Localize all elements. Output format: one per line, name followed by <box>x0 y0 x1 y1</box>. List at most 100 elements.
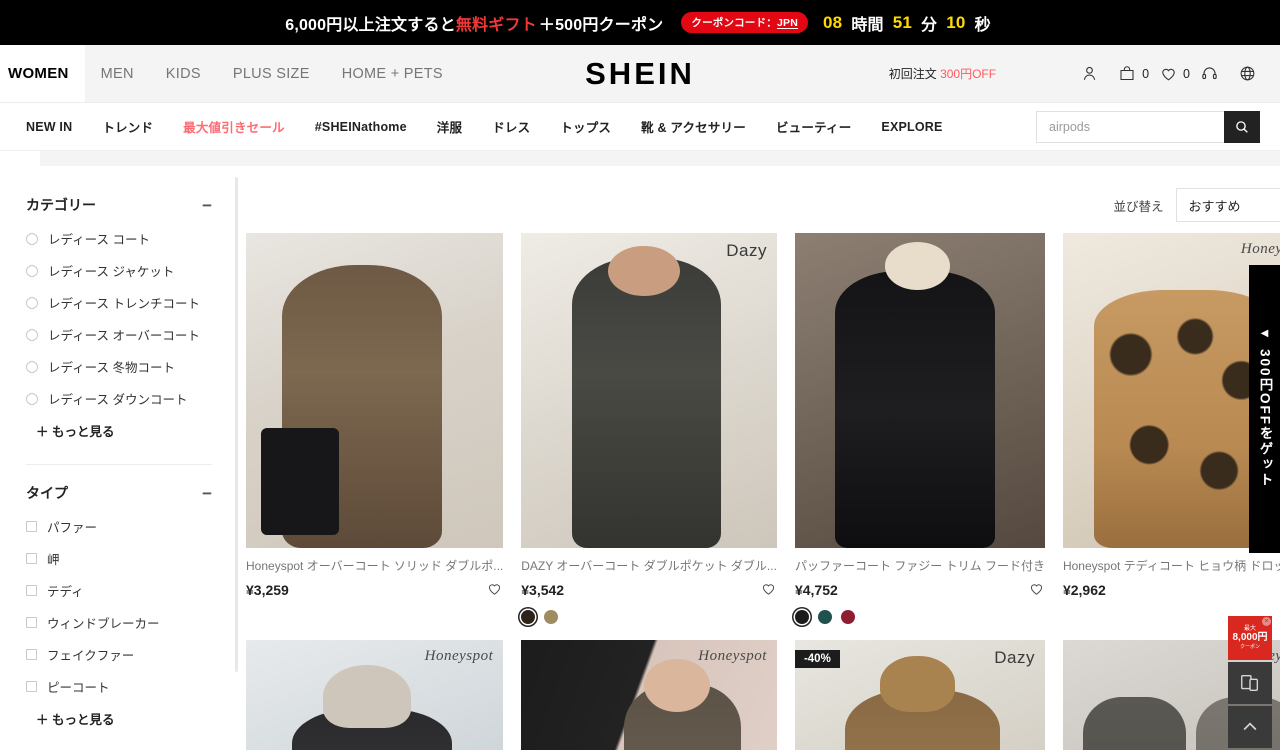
first-order-promo[interactable]: 初回注文 300円OFF <box>889 65 996 82</box>
product-card[interactable]: Dazy DAZY オーバーコート ダブルポケット ダブル... ¥3,542 <box>521 233 777 624</box>
filter-option[interactable]: レディース 冬物コート <box>26 357 230 376</box>
radio-icon[interactable] <box>26 392 38 405</box>
filter-option[interactable]: ピーコート <box>26 677 230 696</box>
filter-option[interactable]: テディ <box>26 581 230 600</box>
countdown-timer: 08 時間 51 分 10 秒 <box>818 11 995 35</box>
checkbox-icon[interactable] <box>26 521 37 532</box>
search-button[interactable] <box>1224 110 1260 143</box>
color-swatch[interactable] <box>794 610 809 624</box>
product-image[interactable] <box>794 233 1045 548</box>
scroll-to-top-icon[interactable] <box>1228 706 1272 748</box>
show-more-link[interactable]: ＋ もっと見る <box>36 421 230 440</box>
filter-option-label: レディース コート <box>48 233 150 247</box>
coupon-promo-card[interactable]: × 最大 8,000円 クーポン <box>1228 616 1272 660</box>
subnav-item-5[interactable]: ドレス <box>492 117 530 136</box>
collapse-icon[interactable]: − <box>202 197 212 214</box>
search-box <box>1036 110 1260 143</box>
product-card[interactable]: Honeyspot <box>246 640 504 750</box>
globe-icon[interactable] <box>1228 55 1266 93</box>
category-tab-plus-size[interactable]: PLUS SIZE <box>217 45 326 102</box>
subnav-item-4[interactable]: 洋服 <box>437 117 462 136</box>
promo-countdown-banner[interactable]: 6,000円以上注文すると 無料ギフト ＋500円クーポン クーポンコード： JP… <box>0 0 1280 45</box>
radio-icon[interactable] <box>26 360 38 373</box>
headset-icon[interactable] <box>1190 55 1228 93</box>
color-swatch[interactable] <box>840 610 855 624</box>
product-title[interactable]: Honeyspot テディコート ヒョウ柄 ドロップシ... <box>1063 557 1280 574</box>
sort-select[interactable]: おすすめ ▾ <box>1175 188 1280 222</box>
brand-watermark: Honeyspot <box>1240 241 1280 257</box>
filter-option[interactable]: フェイクファー <box>26 645 230 664</box>
filter-option[interactable]: レディース ダウンコート <box>26 389 230 408</box>
radio-icon[interactable] <box>26 328 38 341</box>
coupon-code-pill[interactable]: クーポンコード： JPN <box>681 12 809 33</box>
checkbox-icon[interactable] <box>26 649 37 660</box>
collapse-icon[interactable]: − <box>202 485 212 502</box>
product-title[interactable]: パッファーコート ファジー トリム フード付き <box>795 557 1045 574</box>
wishlist-heart-icon[interactable] <box>486 580 503 600</box>
search-input[interactable] <box>1036 110 1224 143</box>
subnav-item-2[interactable]: 最大値引きセール <box>183 117 285 136</box>
radio-icon[interactable] <box>26 264 38 277</box>
timer-seconds-unit: 秒 <box>974 16 991 34</box>
color-swatch[interactable] <box>544 610 559 624</box>
subnav-item-0[interactable]: NEW IN <box>26 120 72 134</box>
timer-minutes: 51 <box>892 12 913 32</box>
subnav-item-7[interactable]: 靴 & アクセサリー <box>641 117 746 136</box>
cart-button[interactable]: 0 <box>1108 55 1149 93</box>
subnav-item-3[interactable]: #SHEINathome <box>315 120 407 134</box>
offer-side-tab[interactable]: ◀ 300円OFFをゲット <box>1249 265 1280 553</box>
filter-option[interactable]: レディース コート <box>26 229 230 248</box>
subnav-item-1[interactable]: トレンド <box>102 117 153 136</box>
radio-icon[interactable] <box>26 232 38 245</box>
filter-option[interactable]: 岬 <box>26 549 230 568</box>
wishlist-button[interactable]: 0 <box>1149 55 1190 93</box>
wishlist-heart-icon[interactable] <box>1028 580 1045 600</box>
filter-option[interactable]: ウィンドブレーカー <box>26 613 230 632</box>
product-card[interactable]: Honeyspot Honeyspot テディコート ヒョウ柄 ドロップシ... ¥… <box>1062 233 1280 624</box>
promo-message: 6,000円以上注文すると 無料ギフト ＋500円クーポン <box>285 11 665 35</box>
product-price: ¥4,752 <box>794 582 838 598</box>
product-card[interactable]: -40% Dazy <box>794 640 1045 750</box>
radio-icon[interactable] <box>26 296 38 309</box>
filter-option[interactable]: レディース トレンチコート <box>26 293 230 312</box>
subnav-item-9[interactable]: EXPLORE <box>881 120 942 134</box>
filter-option[interactable]: レディース ジャケット <box>26 261 230 280</box>
checkbox-icon[interactable] <box>26 585 37 596</box>
filter-option[interactable]: レディース オーバーコート <box>26 325 230 344</box>
category-tab-men[interactable]: MEN <box>85 45 150 102</box>
promo-text-highlight: 無料ギフト <box>455 16 537 34</box>
product-image[interactable]: Honeyspot <box>1062 233 1280 548</box>
product-title[interactable]: Honeyspot オーバーコート ソリッド ダブルポ... <box>246 557 503 574</box>
product-image[interactable] <box>246 233 504 548</box>
filter-option-label: レディース オーバーコート <box>48 329 200 343</box>
app-download-icon[interactable] <box>1228 662 1272 704</box>
wishlist-count: 0 <box>1183 66 1190 81</box>
close-icon[interactable]: × <box>1262 617 1271 626</box>
filter-group-header-0[interactable]: カテゴリー − <box>26 195 230 215</box>
product-image[interactable]: Dazy <box>521 233 777 548</box>
filter-group-header-1[interactable]: タイプ − <box>26 483 230 503</box>
product-image[interactable]: Honeyspot <box>521 640 777 750</box>
category-tab-kids[interactable]: KIDS <box>150 45 217 102</box>
category-tab-women[interactable]: WOMEN <box>0 45 85 102</box>
product-image[interactable]: -40% Dazy <box>794 640 1045 750</box>
filter-option[interactable]: パファー <box>26 517 230 536</box>
color-swatch[interactable] <box>521 610 536 624</box>
product-card[interactable]: パッファーコート ファジー トリム フード付き ¥4,752 <box>794 233 1045 624</box>
subnav-item-8[interactable]: ビューティー <box>776 117 851 136</box>
show-more-link[interactable]: ＋ もっと見る <box>36 709 230 728</box>
product-card[interactable]: Honeyspot オーバーコート ソリッド ダブルポ... ¥3,259 <box>246 233 504 624</box>
product-card[interactable]: Honeyspot <box>521 640 777 750</box>
category-tab-home-pets[interactable]: HOME + PETS <box>326 45 459 102</box>
category-tab-list: WOMEN MEN KIDS PLUS SIZE HOME + PETS <box>0 45 459 102</box>
checkbox-icon[interactable] <box>26 617 37 628</box>
wishlist-heart-icon[interactable] <box>760 580 777 600</box>
checkbox-icon[interactable] <box>26 681 37 692</box>
user-icon[interactable] <box>1070 55 1108 93</box>
subnav-item-6[interactable]: トップス <box>560 117 611 136</box>
product-title[interactable]: DAZY オーバーコート ダブルポケット ダブル... <box>521 557 777 574</box>
shein-logo[interactable]: SHEIN <box>585 56 695 92</box>
color-swatch[interactable] <box>817 610 832 624</box>
checkbox-icon[interactable] <box>26 553 37 564</box>
product-image[interactable]: Honeyspot <box>246 640 504 750</box>
